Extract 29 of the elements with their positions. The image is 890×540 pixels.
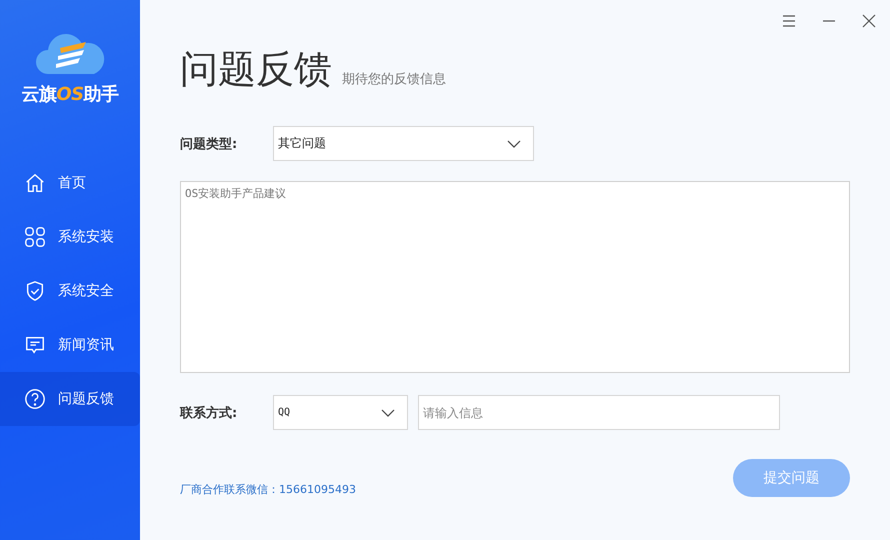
- message-icon: [24, 334, 46, 356]
- contact-type-dropdown[interactable]: QQ: [273, 395, 408, 430]
- feedback-textarea[interactable]: OS安装助手产品建议: [180, 181, 850, 373]
- contact-input[interactable]: 请输入信息: [418, 395, 780, 430]
- help-icon: [24, 388, 46, 410]
- chevron-down-icon: [507, 140, 521, 148]
- nav-label: 系统安全: [58, 282, 114, 300]
- close-icon: [862, 14, 876, 28]
- type-dropdown[interactable]: 其它问题: [273, 126, 534, 161]
- app-logo-text: 云旗OS助手: [21, 83, 119, 106]
- chevron-down-icon: [381, 408, 395, 416]
- grid-icon: [24, 226, 46, 248]
- nav-item[interactable]: 新闻资讯: [0, 318, 140, 372]
- partner-contact-text: 厂商合作联系微信：15661095493: [180, 482, 356, 497]
- nav-label: 问题反馈: [58, 390, 114, 408]
- nav-item[interactable]: 系统安全: [0, 264, 140, 318]
- nav-label: 首页: [58, 174, 86, 192]
- home-icon: [24, 172, 46, 194]
- page-subtitle: 期待您的反馈信息: [342, 71, 446, 88]
- page-title: 问题反馈: [180, 50, 332, 88]
- nav-item[interactable]: 系统安装: [0, 210, 140, 264]
- menu-icon: [782, 14, 796, 28]
- shield-icon: [24, 280, 46, 302]
- contact-label: 联系方式:: [180, 404, 238, 422]
- nav-label: 新闻资讯: [58, 336, 114, 354]
- nav-item[interactable]: 首页: [0, 156, 140, 210]
- nav-item[interactable]: 问题反馈: [0, 372, 140, 426]
- type-label: 问题类型:: [180, 136, 238, 152]
- nav-label: 系统安装: [58, 228, 114, 246]
